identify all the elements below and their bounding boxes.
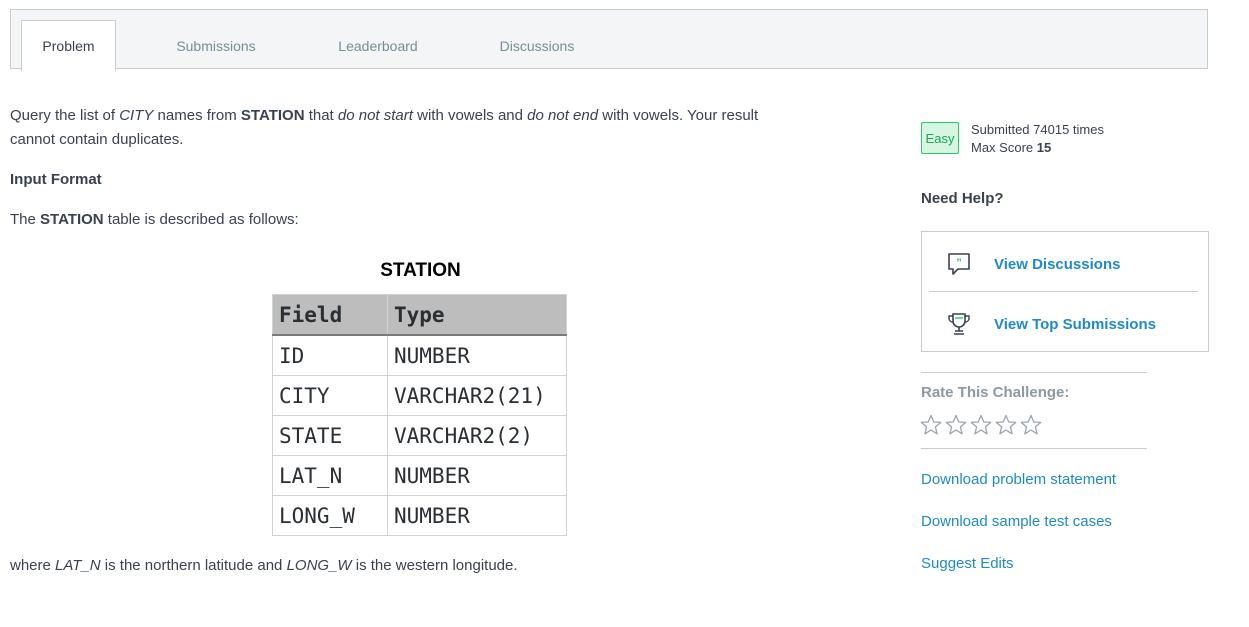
text-segment: STATION [40,211,104,228]
star-outline-icon[interactable] [944,413,968,437]
column-explanation: where LAT_N is the northern latitude and… [10,554,518,578]
field-cell: STATE [272,415,388,456]
text-segment: is the northern latitude and [100,557,287,574]
star-outline-icon[interactable] [919,413,943,437]
star-outline-icon[interactable] [994,413,1018,437]
trophy-icon [948,313,970,335]
text-segment: do not start [337,107,413,124]
type-cell: VARCHAR2(21) [387,375,567,416]
text-segment: do not end [527,107,599,124]
challenge-tabs: Problem Submissions Leaderboard Discussi… [10,9,1208,71]
chat-quote-icon: ” [948,253,970,275]
max-score: Max Score 15 [971,140,1051,155]
svg-text:”: ” [956,257,962,269]
text-segment: The [10,211,41,228]
table-row: CITY VARCHAR2(21) [272,375,567,416]
divider [921,372,1147,373]
help-divider [929,291,1198,292]
submission-count: Submitted 74015 times [971,122,1104,137]
max-score-value: 15 [1036,140,1052,155]
max-score-label: Max Score [971,140,1037,155]
divider [921,448,1147,449]
text-segment: Query the list of [10,107,120,124]
star-outline-icon[interactable] [1019,413,1043,437]
view-discussions-link[interactable]: ” View Discussions [922,234,1208,294]
tab-problem[interactable]: Problem [21,20,116,71]
tab-leaderboard[interactable]: Leaderboard [326,20,430,71]
download-problem-statement-link[interactable]: Download problem statement [921,471,1116,488]
rating-stars [919,413,1043,437]
download-sample-test-cases-link[interactable]: Download sample test cases [921,513,1112,530]
table-row: LONG_W NUMBER [272,495,567,536]
suggest-edits-link[interactable]: Suggest Edits [921,555,1014,572]
tab-submissions[interactable]: Submissions [161,20,271,71]
tab-discussions[interactable]: Discussions [489,20,585,71]
star-outline-icon[interactable] [969,413,993,437]
station-table: Field Type ID NUMBER CITY VARCHAR2(21) S… [272,294,567,536]
difficulty-badge: Easy [921,122,959,154]
input-format-heading: Input Format [10,171,102,188]
help-box: ” View Discussions View Top Submissions [921,231,1209,352]
view-top-submissions-link[interactable]: View Top Submissions [922,294,1208,354]
type-cell: NUMBER [387,495,567,536]
field-cell: CITY [272,375,388,416]
field-cell: LONG_W [272,495,388,536]
table-header-row: Field Type [272,294,567,336]
view-top-submissions-label: View Top Submissions [994,315,1156,333]
problem-statement: Query the list of CITY names from STATIO… [10,104,758,128]
need-help-heading: Need Help? [921,190,1004,207]
table-description: The STATION table is described as follow… [10,208,299,232]
station-table-title: STATION [380,260,461,281]
type-cell: NUMBER [387,455,567,496]
type-cell: VARCHAR2(2) [387,415,567,456]
table-row: STATE VARCHAR2(2) [272,415,567,456]
text-segment: CITY [119,107,154,124]
table-row: LAT_N NUMBER [272,455,567,496]
header-field: Field [272,294,388,336]
field-cell: LAT_N [272,455,388,496]
rate-challenge-heading: Rate This Challenge: [921,384,1070,401]
text-segment: with vowels. Your result [598,107,759,124]
text-segment: with vowels and [412,107,528,124]
type-cell: NUMBER [387,334,567,376]
table-row: ID NUMBER [272,334,567,376]
header-type: Type [387,294,567,336]
view-discussions-label: View Discussions [994,255,1121,273]
text-segment: LONG_W [286,557,352,574]
text-segment: where [10,557,56,574]
text-segment: table is described as follows: [103,211,299,228]
text-segment: is the western longitude. [351,557,518,574]
text-segment: that [304,107,338,124]
text-segment: LAT_N [55,557,101,574]
problem-statement-line2: cannot contain duplicates. [10,131,184,148]
text-segment: names from [153,107,241,124]
text-segment: STATION [240,107,305,124]
field-cell: ID [272,334,388,376]
